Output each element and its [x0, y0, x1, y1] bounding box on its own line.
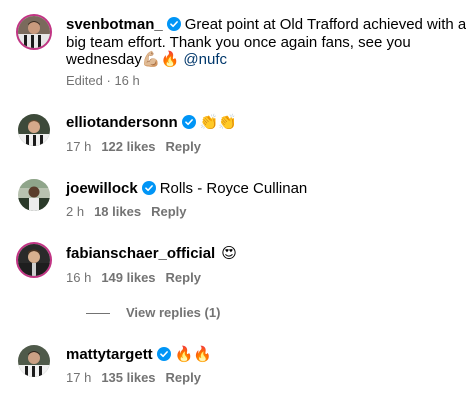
comment-time[interactable]: 17 h [66, 370, 91, 385]
post-meta: Edited · 16 h [66, 73, 140, 88]
comment-username[interactable]: joewillock [66, 180, 138, 197]
comment-likes[interactable]: 149 likes [101, 270, 155, 285]
comment-likes[interactable]: 18 likes [94, 204, 141, 219]
comment-line: mattytargett 🔥🔥 [66, 344, 212, 365]
reply-button[interactable]: Reply [166, 270, 201, 285]
post-time[interactable]: 16 h [114, 73, 139, 88]
comment-username[interactable]: fabianschaer_official [66, 245, 215, 262]
comment-avatar[interactable] [18, 114, 50, 146]
avatar-photo [18, 244, 50, 276]
comment-time[interactable]: 16 h [66, 270, 91, 285]
comment-line: fabianschaer_official 😍 [66, 243, 237, 264]
caption-emoji: 💪🏼🔥 [141, 50, 180, 68]
post-caption-line-3: wednesday💪🏼🔥 @nufc [66, 49, 227, 70]
comment-meta: 2 h 18 likes Reply [66, 204, 196, 220]
view-replies-button[interactable]: View replies (1) [86, 305, 220, 321]
comment-likes[interactable]: 135 likes [101, 370, 155, 385]
comment-avatar[interactable] [18, 345, 50, 377]
comment-username[interactable]: mattytargett [66, 346, 153, 363]
comment-avatar[interactable] [16, 242, 52, 278]
nufc-mention-link[interactable]: @nufc [183, 51, 227, 68]
comment-time[interactable]: 17 h [66, 139, 91, 154]
post-author-avatar[interactable] [16, 14, 52, 50]
post-caption-text-3: wednesday [66, 51, 142, 68]
view-replies-label: View replies (1) [126, 305, 221, 320]
reply-button[interactable]: Reply [151, 204, 186, 219]
avatar-photo [18, 16, 50, 48]
verified-badge-icon [166, 17, 181, 31]
comment-meta: 17 h 122 likes Reply [66, 139, 211, 155]
avatar-photo [18, 345, 50, 377]
comment-meta: 17 h 135 likes Reply [66, 370, 211, 386]
verified-badge-icon [141, 181, 156, 195]
comment-time[interactable]: 2 h [66, 204, 84, 219]
post-caption-text-1: Great point at Old Trafford achieved wit… [184, 16, 466, 33]
comment-text: Rolls - Royce Cullinan [159, 180, 308, 197]
edited-label: Edited [66, 73, 103, 88]
comment-text: 😍 [221, 244, 237, 262]
avatar-photo [18, 114, 50, 146]
avatar-photo [18, 179, 50, 211]
replies-divider [86, 313, 110, 315]
verified-badge-icon [181, 115, 196, 129]
verified-badge-icon [156, 347, 171, 361]
comment-line: joewillock Rolls - Royce Cullinan [66, 178, 307, 199]
comment-line: elliotandersonn 👏👏 [66, 112, 237, 133]
comment-meta: 16 h 149 likes Reply [66, 270, 211, 286]
comment-username[interactable]: elliotandersonn [66, 114, 178, 131]
comment-likes[interactable]: 122 likes [101, 139, 155, 154]
post-username[interactable]: svenbotman_ [66, 16, 163, 33]
reply-button[interactable]: Reply [166, 139, 201, 154]
comment-text: 🔥🔥 [174, 345, 213, 363]
comment-text: 👏👏 [199, 113, 238, 131]
comments-panel: svenbotman_ Great point at Old Trafford a… [0, 0, 466, 400]
reply-button[interactable]: Reply [166, 370, 201, 385]
comment-avatar[interactable] [18, 179, 50, 211]
